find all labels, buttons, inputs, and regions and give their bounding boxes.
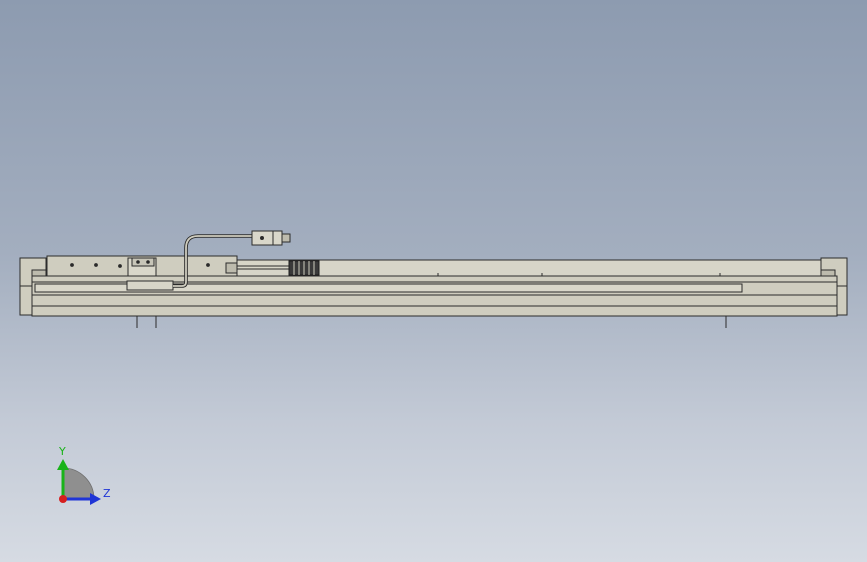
coordinate-triad: Y Z [57, 445, 111, 505]
sensor-connector-tip [281, 233, 291, 243]
linear-actuator-model[interactable] [19, 230, 848, 328]
bracket-screw-1 [136, 260, 140, 264]
sensor-bracket-top [131, 257, 155, 267]
y-axis-arrow-icon [57, 459, 69, 470]
cad-viewport[interactable]: Y Z [0, 0, 867, 562]
sensor-connector-body[interactable] [251, 230, 283, 246]
carriage-screw-3 [118, 264, 122, 268]
motor-shaft [236, 265, 290, 270]
sensor-foot [126, 280, 174, 291]
carriage-screw-2 [94, 263, 98, 267]
triad-rotation-sector [62, 467, 95, 500]
z-axis-label: Z [103, 487, 111, 500]
x-axis-origin-icon [59, 495, 67, 503]
z-axis-arrow-icon [90, 493, 101, 505]
carriage-screw-4 [206, 263, 210, 267]
carriage-screw-1 [70, 263, 74, 267]
y-axis-label: Y [58, 445, 66, 458]
carriage-end-block [225, 262, 238, 274]
connector-mark [260, 236, 264, 240]
bracket-screw-2 [146, 260, 150, 264]
